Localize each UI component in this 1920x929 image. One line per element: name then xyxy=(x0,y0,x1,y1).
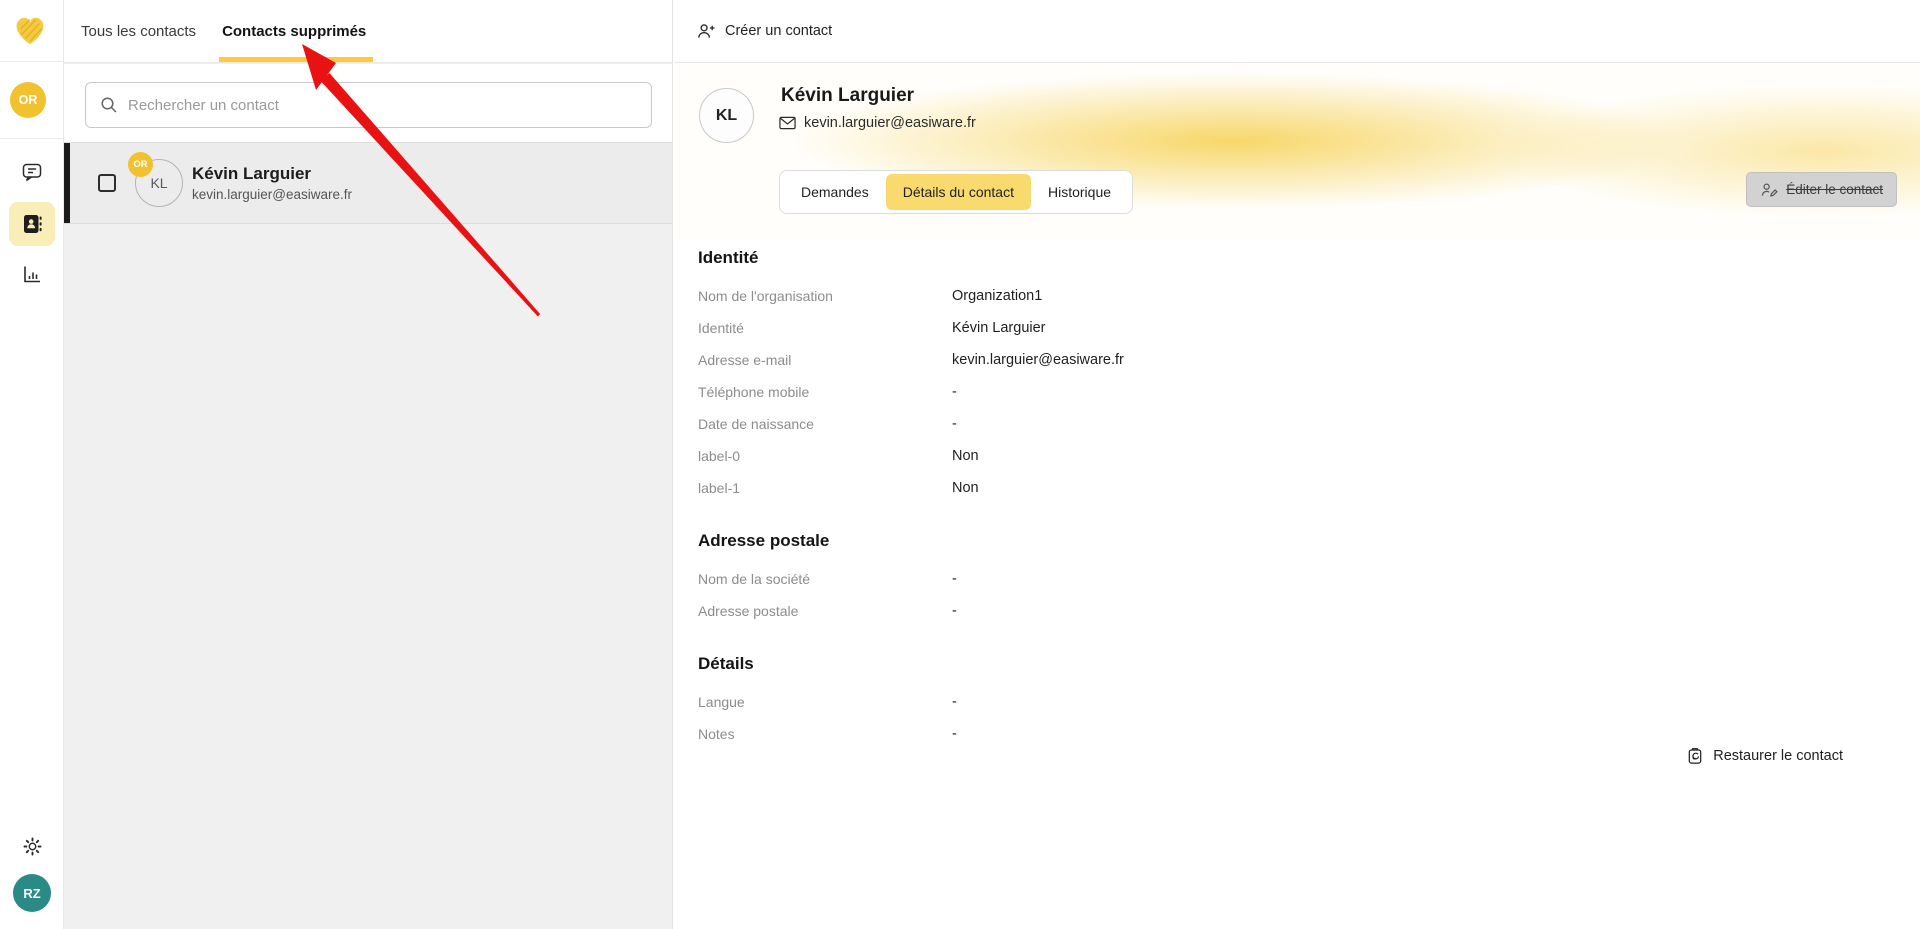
detail-row: Identité Kévin Larguier xyxy=(698,312,1920,344)
tab-demandes[interactable]: Demandes xyxy=(784,174,886,210)
detail-row: Nom de l'organisation Organization1 xyxy=(698,280,1920,312)
sidebar: OR xyxy=(0,0,64,929)
detail-row: Nom de la société - xyxy=(698,563,1920,595)
tab-tous-les-contacts[interactable]: Tous les contacts xyxy=(80,1,197,62)
selected-indicator xyxy=(64,143,70,223)
section-title-details: Détails xyxy=(698,654,1920,674)
sidebar-divider xyxy=(0,138,64,139)
stats-icon[interactable] xyxy=(9,254,55,294)
chat-icon[interactable] xyxy=(9,152,55,192)
person-edit-icon xyxy=(1760,181,1778,199)
detail-row: Langue - xyxy=(698,686,1920,718)
contacts-icon[interactable] xyxy=(9,202,55,246)
sidebar-divider xyxy=(0,61,64,62)
contact-list-item[interactable]: KL OR Kévin Larguier kevin.larguier@easi… xyxy=(64,143,672,224)
contacts-tabbar: Tous les contacts Contacts supprimés xyxy=(64,0,672,63)
contact-header-name: Kévin Larguier xyxy=(781,85,914,107)
detail-row: Adresse postale - xyxy=(698,595,1920,627)
detail-row: Date de naissance - xyxy=(698,408,1920,440)
person-plus-icon xyxy=(696,21,716,41)
detail-row: Téléphone mobile - xyxy=(698,376,1920,408)
main-topbar: Créer un contact xyxy=(674,0,1920,63)
contact-search[interactable] xyxy=(85,82,652,128)
trash-restore-icon xyxy=(1686,746,1704,765)
detail-row: label-0 Non xyxy=(698,440,1920,472)
contact-header-avatar: KL xyxy=(699,88,754,143)
contact-header: KL Kévin Larguier kevin.larguier@easiwar… xyxy=(674,63,1920,240)
section-title-adresse-postale: Adresse postale xyxy=(698,531,1920,551)
org-badge: OR xyxy=(128,152,153,177)
easiware-logo-icon[interactable] xyxy=(8,8,52,52)
contact-email: kevin.larguier@easiware.fr xyxy=(192,187,352,202)
restore-contact-button[interactable]: Restaurer le contact xyxy=(1686,746,1843,765)
contacts-panel: Tous les contacts Contacts supprimés KL … xyxy=(64,0,673,929)
settings-icon[interactable] xyxy=(12,833,52,859)
section-title-identite: Identité xyxy=(698,248,1920,268)
contacts-list: KL OR Kévin Larguier kevin.larguier@easi… xyxy=(64,143,672,929)
detail-row: label-1 Non xyxy=(698,472,1920,504)
search-input[interactable] xyxy=(128,97,637,114)
create-contact-button[interactable]: Créer un contact xyxy=(696,21,832,41)
tab-historique[interactable]: Historique xyxy=(1031,174,1128,210)
contact-avatar: KL OR xyxy=(135,159,183,207)
edit-contact-button[interactable]: Éditer le contact xyxy=(1746,172,1897,207)
contact-header-email: kevin.larguier@easiware.fr xyxy=(804,115,976,131)
app-window: OR xyxy=(0,0,1920,929)
user-avatar[interactable]: RZ xyxy=(13,874,51,912)
contact-detail-tabs: Demandes Détails du contact Historique xyxy=(779,170,1133,214)
tab-details-du-contact[interactable]: Détails du contact xyxy=(886,174,1031,210)
search-icon xyxy=(100,96,118,114)
org-avatar[interactable]: OR xyxy=(10,82,46,118)
main-area: Créer un contact KL Kévin Larguier kevin… xyxy=(674,0,1920,929)
mail-icon xyxy=(779,116,796,130)
search-area xyxy=(64,64,672,143)
tab-contacts-supprimes[interactable]: Contacts supprimés xyxy=(221,1,367,62)
contact-details: Identité Nom de l'organisation Organizat… xyxy=(698,240,1920,750)
detail-row: Adresse e-mail kevin.larguier@easiware.f… xyxy=(698,344,1920,376)
contact-checkbox[interactable] xyxy=(98,174,116,192)
contact-name: Kévin Larguier xyxy=(192,164,352,184)
